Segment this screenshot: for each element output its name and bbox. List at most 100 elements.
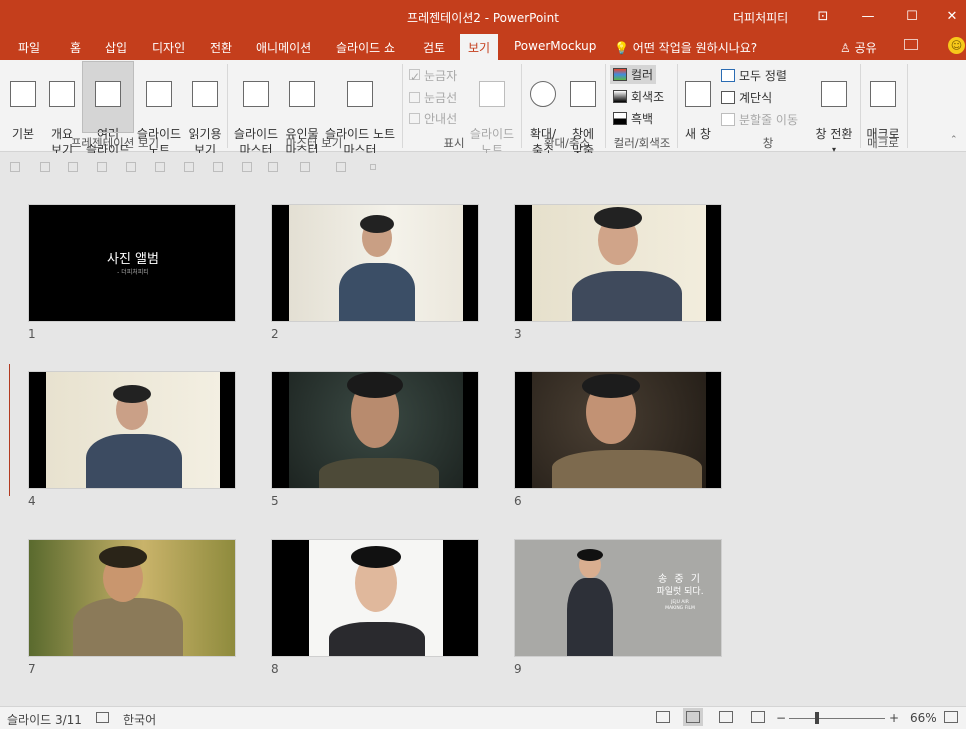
reading-view-status-icon[interactable] — [719, 711, 733, 723]
separator — [521, 64, 522, 148]
color-button[interactable]: 컬러 — [610, 65, 657, 84]
slide-headline: 송 중 기 — [658, 574, 702, 585]
ruler-check-box: ✓ — [409, 69, 421, 84]
cascade-button[interactable]: 계단식 — [721, 89, 772, 106]
comment-icon[interactable] — [904, 39, 918, 50]
slide-thumbnail[interactable] — [271, 371, 479, 489]
black-white-button[interactable]: 흑백 — [613, 110, 653, 127]
maximize-button[interactable]: ☐ — [900, 6, 924, 28]
tab-design[interactable]: 디자인 — [152, 39, 185, 56]
arrange-icon[interactable] — [336, 162, 346, 172]
tab-animations[interactable]: 애니메이션 — [256, 39, 311, 56]
slide-thumbnail[interactable] — [514, 371, 722, 489]
photo-hair — [360, 215, 394, 233]
slide-sorter-status-icon[interactable] — [683, 708, 703, 726]
slide-tagline: 파일럿 되다. — [656, 587, 704, 597]
photo-hair — [594, 207, 642, 229]
slide-thumbnail[interactable] — [28, 539, 236, 657]
tab-insert[interactable]: 삽입 — [105, 39, 127, 56]
tab-powermockup[interactable]: PowerMockup — [514, 39, 596, 53]
slide-subtitle: - 더피처피티 — [117, 269, 149, 276]
notes-pane-icon — [479, 81, 505, 107]
normal-view-button[interactable]: 기본 — [6, 62, 40, 142]
slide-number: 5 — [271, 494, 279, 508]
tab-review[interactable]: 검토 — [423, 39, 445, 56]
slide-sorter-button[interactable]: 여러 슬라이드 — [82, 61, 134, 157]
slide-thumbnail[interactable] — [28, 371, 236, 489]
reading-view-icon — [192, 81, 218, 107]
feedback-smiley-icon[interactable]: ☺ — [948, 37, 965, 54]
magnifier-icon — [530, 81, 556, 107]
reading-view-button[interactable]: 읽기용 보기 — [186, 62, 224, 158]
align-top-icon[interactable] — [97, 162, 107, 172]
align-left-icon[interactable] — [10, 162, 20, 172]
slide-photo — [309, 540, 443, 656]
slideshow-status-icon[interactable] — [751, 711, 765, 723]
tab-view[interactable]: 보기 — [460, 34, 499, 60]
slide-number: 6 — [514, 494, 522, 508]
user-name[interactable]: 더피처피티 — [733, 9, 788, 26]
slide-number: 9 — [514, 662, 522, 676]
guides-check-box — [409, 113, 420, 124]
fit-slide-icon[interactable] — [944, 711, 958, 723]
tab-transitions[interactable]: 전환 — [210, 39, 232, 56]
zoom-in-button[interactable]: + — [889, 711, 899, 725]
new-window-button[interactable]: 새 창 — [682, 62, 714, 142]
group-label-window: 창 — [762, 136, 774, 150]
switch-windows-icon — [821, 81, 847, 107]
slide-thumbnail[interactable] — [271, 539, 479, 657]
align-right-icon[interactable] — [68, 162, 78, 172]
ribbon-display-options-icon[interactable]: ⊡ — [811, 6, 835, 28]
tab-file[interactable]: 파일 — [18, 39, 40, 56]
minimize-button[interactable]: — — [856, 6, 880, 28]
slide-thumbnail[interactable]: 사진 앨범 - 더피처피티 — [28, 204, 236, 322]
zoom-out-button[interactable]: − — [776, 711, 786, 725]
spell-check-icon[interactable] — [96, 712, 109, 723]
macros-button[interactable]: 매크로 — [864, 62, 902, 142]
tell-me-box[interactable]: 💡 어떤 작업을 원하시나요? — [614, 39, 757, 56]
guides-label: 안내선 — [424, 112, 458, 126]
text-direction-icon[interactable] — [242, 162, 252, 172]
slide-photo — [289, 205, 463, 321]
group-label-show: 표시 — [443, 136, 465, 150]
grayscale-button[interactable]: 회색조 — [613, 88, 664, 105]
photo-hair — [351, 546, 401, 568]
slide-photo — [289, 372, 463, 488]
line-spacing-icon[interactable] — [268, 162, 278, 172]
language-indicator[interactable]: 한국어 — [123, 711, 156, 728]
slide-thumbnail[interactable] — [514, 204, 722, 322]
arrange-all-button[interactable]: 모두 정렬 — [721, 67, 787, 84]
align-center-icon[interactable] — [40, 162, 50, 172]
slide-thumbnail[interactable] — [271, 204, 479, 322]
zoom-slider-track[interactable] — [789, 718, 885, 719]
fit-to-window-icon — [570, 81, 596, 107]
align-bottom-icon[interactable] — [155, 162, 165, 172]
zoom-slider-thumb[interactable] — [815, 712, 819, 724]
distribute-horizontal-icon[interactable] — [184, 162, 194, 172]
outline-view-icon — [49, 81, 75, 107]
collapse-ribbon-icon[interactable]: ⌃ — [950, 135, 958, 145]
guides-checkbox[interactable]: 안내선 — [409, 110, 457, 127]
gridlines-checkbox[interactable]: 눈금선 — [409, 89, 457, 106]
tab-slideshow[interactable]: 슬라이드 쇼 — [336, 39, 395, 56]
close-button[interactable]: ✕ — [940, 6, 964, 28]
share-button[interactable]: ♙ 공유 — [840, 39, 877, 56]
notes-master-icon — [347, 81, 373, 107]
normal-view-status-icon[interactable] — [656, 711, 670, 723]
customize-toolbar-icon[interactable] — [370, 164, 376, 170]
shape-icon[interactable] — [300, 162, 310, 172]
ruler-checkbox[interactable]: ✓ 눈금자 — [409, 67, 457, 84]
tab-home[interactable]: 홈 — [70, 39, 81, 56]
zoom-percent[interactable]: 66% — [910, 711, 937, 725]
align-middle-icon[interactable] — [126, 162, 136, 172]
notes-page-icon — [146, 81, 172, 107]
distribute-vertical-icon[interactable] — [213, 162, 223, 172]
slide-photo — [532, 205, 706, 321]
photo-hair — [582, 374, 640, 398]
slide-thumbnail[interactable]: 송 중 기 파일럿 되다. JEJU AIR MAKING FILM — [514, 539, 722, 657]
move-split-button[interactable]: 분할줄 이동 — [721, 111, 798, 128]
insertion-marker — [9, 364, 11, 496]
slide-position[interactable]: 슬라이드 3/11 — [7, 711, 82, 728]
photo-figure — [329, 622, 425, 656]
lightbulb-icon: 💡 — [614, 41, 629, 55]
